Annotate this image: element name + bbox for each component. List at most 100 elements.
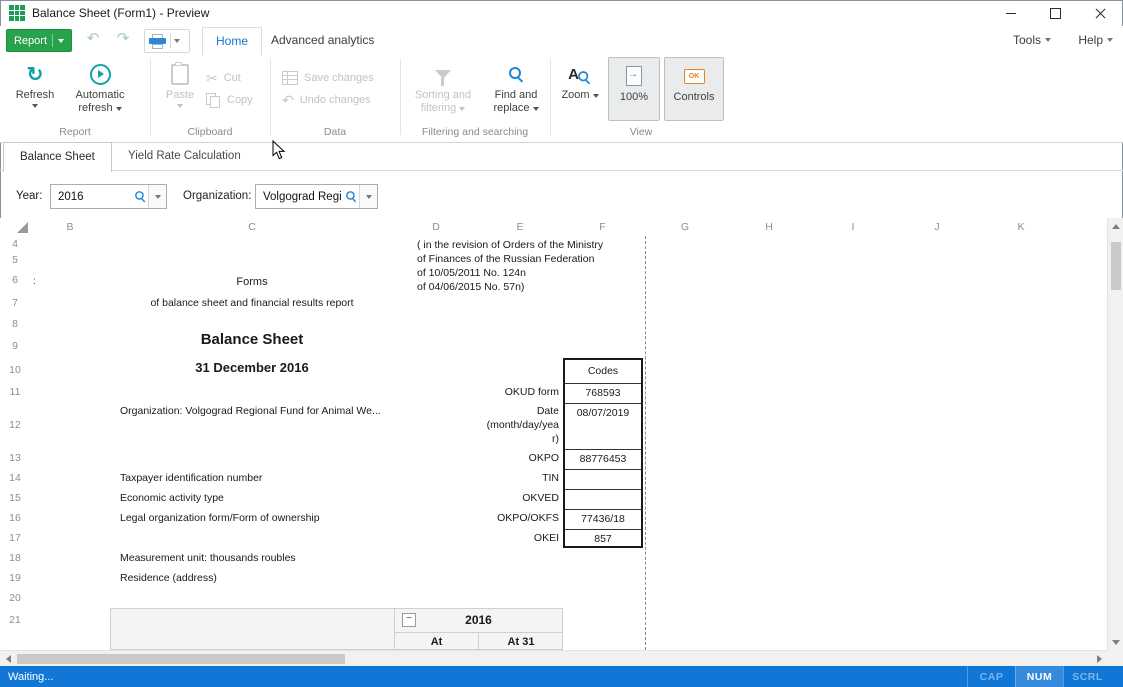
date-value-cell: 08/07/2019 [565,404,641,450]
scale-100-button[interactable]: 100% [608,57,660,121]
search-icon[interactable] [346,191,357,202]
row-header-8[interactable]: 8 [0,314,30,334]
automatic-refresh-button[interactable]: Automatic refresh [64,56,136,115]
scroll-down-button[interactable] [1108,634,1123,650]
organization-dropdown-button[interactable] [359,185,377,208]
column-header-b[interactable]: B [30,218,110,236]
row-header-7[interactable]: 7 [0,292,30,314]
column-header-i[interactable]: I [811,218,895,236]
close-button[interactable] [1078,0,1123,26]
help-menu[interactable]: Help [1078,26,1113,54]
arrow-up-icon [1112,224,1120,229]
row-header-5[interactable]: 5 [0,252,30,268]
vertical-scrollbar[interactable] [1107,218,1123,650]
column-header-d[interactable]: D [394,218,478,236]
organization-combobox[interactable]: Volgograd Regi [255,184,378,209]
zoom-button[interactable]: A Zoom [556,56,604,102]
column-header-g[interactable]: G [643,218,727,236]
cell-year-col2: At 31 [479,635,563,649]
redo-button[interactable]: ↷ [110,29,136,50]
column-header-f[interactable]: F [562,218,643,236]
cell-report-title: Balance Sheet [110,330,394,350]
row-header-10[interactable]: 10 [0,358,30,382]
help-menu-label: Help [1078,26,1103,54]
minimize-button[interactable] [988,0,1033,26]
cut-button[interactable]: ✂ Cut [206,68,241,88]
horizontal-scrollbar[interactable] [0,650,1107,666]
undo-changes-button[interactable]: ↶ Undo changes [282,90,371,110]
report-menu-label: Report [14,35,47,47]
maximize-icon [1050,8,1061,19]
scale-icon [626,63,642,89]
column-header-e[interactable]: E [478,218,562,236]
divider [52,34,53,47]
chevron-down-icon [32,104,38,108]
window-title: Balance Sheet (Form1) - Preview [32,6,209,20]
save-changes-icon [282,71,298,85]
controls-icon: OK [684,69,705,84]
row-header-6[interactable]: 6 [0,268,30,292]
controls-button[interactable]: OK Controls [664,57,724,121]
ribbon-tab-home[interactable]: Home [202,27,262,55]
row-header-4[interactable]: 4 [0,236,30,252]
column-header-k[interactable]: K [979,218,1063,236]
cell-tin-line: Taxpayer identification number [120,471,262,485]
cell-forms-title: Forms [110,275,394,289]
row-header-17[interactable]: 17 [0,528,30,548]
horizontal-scroll-thumb[interactable] [17,654,345,664]
chevron-down-icon [58,39,64,43]
cell-unit-line: Measurement unit: thousands roubles [120,551,296,565]
undo-button[interactable]: ↶ [80,29,106,50]
maximize-button[interactable] [1033,0,1078,26]
row-header-21[interactable]: 21 [0,608,30,650]
row-header-15[interactable]: 15 [0,488,30,508]
row-header-11[interactable]: 11 [0,382,30,402]
row-header-14[interactable]: 14 [0,468,30,488]
tools-menu[interactable]: Tools [1013,26,1051,54]
scroll-up-button[interactable] [1108,218,1123,234]
group-divider [270,59,271,135]
save-changes-button[interactable]: Save changes [282,68,374,88]
chevron-down-icon [593,94,599,98]
search-icon[interactable] [135,191,146,202]
zoom-icon: A [568,61,592,87]
sheet-tab-yield-rate-calculation[interactable]: Yield Rate Calculation [112,142,257,170]
tin-value-cell [565,470,641,490]
vertical-scroll-thumb[interactable] [1111,242,1121,290]
scroll-right-button[interactable] [1091,651,1107,667]
copy-button[interactable]: Copy [206,90,253,110]
sorting-and-filtering-button[interactable]: Sorting and filtering [408,56,478,115]
find-and-replace-button[interactable]: Find and replace [482,56,550,115]
ribbon-tab-advanced-analytics[interactable]: Advanced analytics [258,27,387,54]
report-menu-button[interactable]: Report [6,29,72,52]
revision-note-line: of 10/05/2011 No. 124n [417,266,657,280]
num-lock-indicator: NUM [1015,666,1063,687]
year-combobox[interactable]: 2016 [50,184,167,209]
column-header-c[interactable]: C [110,218,394,236]
okved-value-cell [565,490,641,510]
row-header-9[interactable]: 9 [0,334,30,358]
automatic-refresh-icon [90,61,111,87]
group-label-filtering: Filtering and searching [400,126,550,138]
print-button[interactable] [144,29,190,53]
refresh-button[interactable]: ↻ Refresh [8,56,62,108]
row-header-13[interactable]: 13 [0,448,30,468]
select-all-corner[interactable] [17,222,28,233]
chevron-down-icon [533,107,539,111]
cell-revision-note: ( in the revision of Orders of the Minis… [417,238,657,294]
paste-button[interactable]: Paste [158,56,202,108]
row-header-16[interactable]: 16 [0,508,30,528]
column-header-j[interactable]: J [895,218,979,236]
row-header-19[interactable]: 19 [0,568,30,588]
caps-lock-indicator: CAP [967,666,1015,687]
year-dropdown-button[interactable] [148,185,166,208]
find-and-replace-label: Find and replace [493,89,537,114]
row-header-20[interactable]: 20 [0,588,30,608]
row-header-12[interactable]: 12 [0,402,30,448]
scroll-left-button[interactable] [0,651,16,667]
column-header-h[interactable]: H [727,218,811,236]
row-header-18[interactable]: 18 [0,548,30,568]
sheet-tab-balance-sheet[interactable]: Balance Sheet [3,142,112,172]
print-icon [149,34,166,48]
page-break-line [645,236,646,650]
